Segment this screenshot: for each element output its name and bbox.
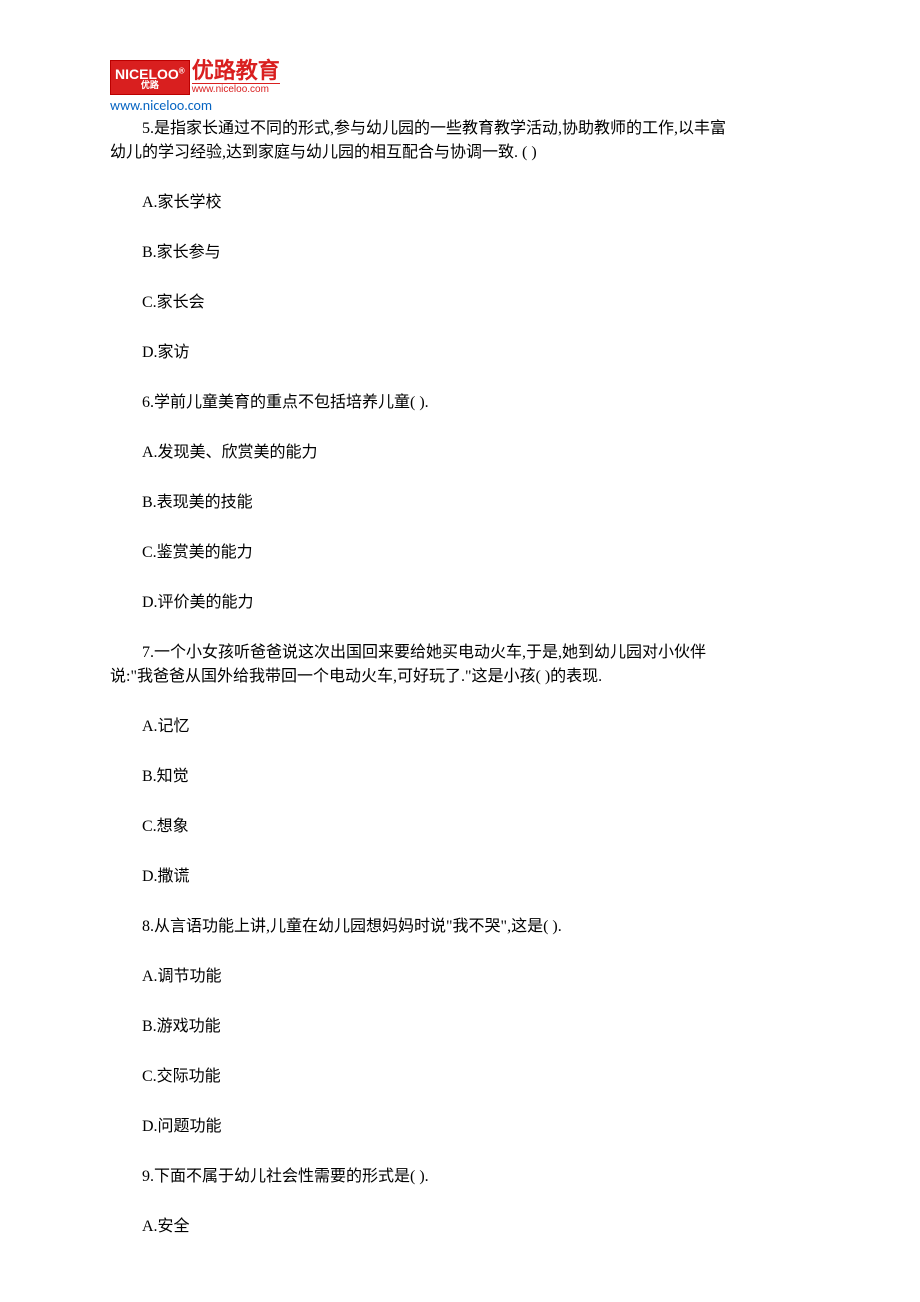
content: 5.是指家长通过不同的形式,参与幼儿园的一些教育教学活动,协助教师的工作,以丰富… bbox=[110, 117, 810, 1239]
header-url: www.niceloo.com bbox=[110, 97, 810, 114]
logo-badge-sup: ® bbox=[179, 66, 185, 75]
option: D.问题功能 bbox=[110, 1115, 810, 1139]
logo: NICELOO® 优路 优路教育 www.niceloo.com bbox=[110, 60, 280, 95]
stem-line: 说:"我爸爸从国外给我带回一个电动火车,可好玩了."这是小孩( )的表现. bbox=[110, 665, 810, 689]
logo-text: 优路教育 www.niceloo.com bbox=[192, 60, 280, 95]
option: B.表现美的技能 bbox=[110, 491, 810, 515]
logo-badge-sub: 优路 bbox=[115, 81, 185, 90]
option: C.家长会 bbox=[110, 291, 810, 315]
question-stem: 8.从言语功能上讲,儿童在幼儿园想妈妈时说"我不哭",这是( ). bbox=[110, 915, 810, 939]
option: A.发现美、欣赏美的能力 bbox=[110, 441, 810, 465]
question-stem: 6.学前儿童美育的重点不包括培养儿童( ). bbox=[110, 391, 810, 415]
stem-line: 7.一个小女孩听爸爸说这次出国回来要给她买电动火车,于是,她到幼儿园对小伙伴 bbox=[110, 641, 810, 665]
option: A.安全 bbox=[110, 1215, 810, 1239]
header: NICELOO® 优路 优路教育 www.niceloo.com www.nic… bbox=[110, 60, 810, 114]
option: B.游戏功能 bbox=[110, 1015, 810, 1039]
question-stem: 9.下面不属于幼儿社会性需要的形式是( ). bbox=[110, 1165, 810, 1189]
option: A.调节功能 bbox=[110, 965, 810, 989]
option: C.鉴赏美的能力 bbox=[110, 541, 810, 565]
logo-badge: NICELOO® 优路 bbox=[110, 60, 190, 95]
question-stem: 7.一个小女孩听爸爸说这次出国回来要给她买电动火车,于是,她到幼儿园对小伙伴 说… bbox=[110, 641, 810, 689]
question-stem: 5.是指家长通过不同的形式,参与幼儿园的一些教育教学活动,协助教师的工作,以丰富… bbox=[110, 117, 810, 165]
option: D.撒谎 bbox=[110, 865, 810, 889]
stem-line: 幼儿的学习经验,达到家庭与幼儿园的相互配合与协调一致. ( ) bbox=[110, 141, 810, 165]
option: D.家访 bbox=[110, 341, 810, 365]
option: A.家长学校 bbox=[110, 191, 810, 215]
option: A.记忆 bbox=[110, 715, 810, 739]
page-container: NICELOO® 优路 优路教育 www.niceloo.com www.nic… bbox=[0, 0, 920, 1299]
option: B.家长参与 bbox=[110, 241, 810, 265]
logo-text-cn: 优路教育 bbox=[192, 58, 280, 83]
option: B.知觉 bbox=[110, 765, 810, 789]
option: C.想象 bbox=[110, 815, 810, 839]
option: D.评价美的能力 bbox=[110, 591, 810, 615]
logo-text-url: www.niceloo.com bbox=[192, 83, 280, 95]
stem-line: 5.是指家长通过不同的形式,参与幼儿园的一些教育教学活动,协助教师的工作,以丰富 bbox=[110, 117, 810, 141]
option: C.交际功能 bbox=[110, 1065, 810, 1089]
